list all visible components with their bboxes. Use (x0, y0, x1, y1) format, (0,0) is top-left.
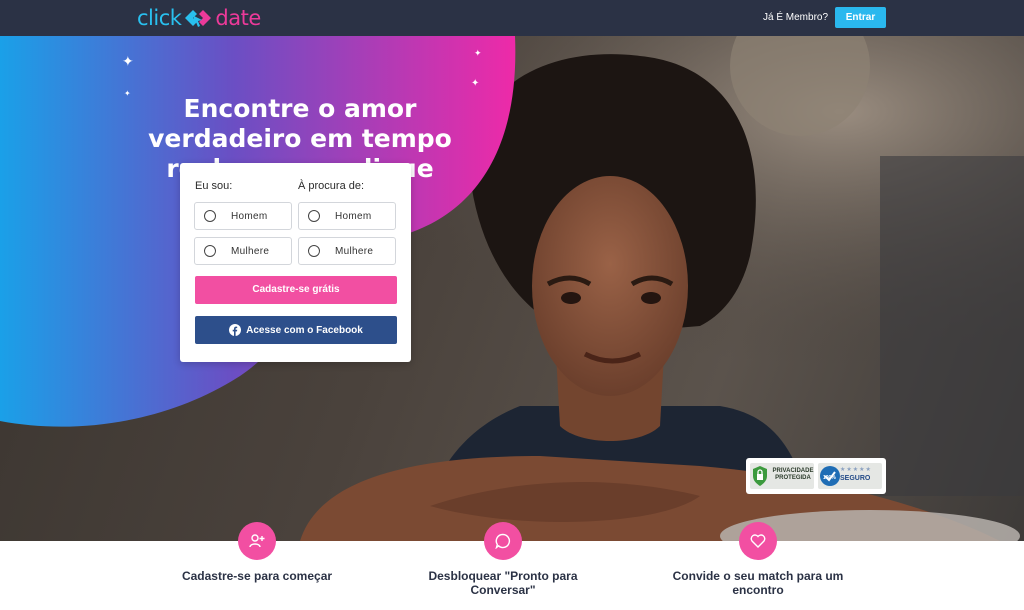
feature-label: Cadastre-se para começar (181, 569, 333, 583)
signup-form-card: Eu sou: À procura de: Homem Mulhere Home… (180, 163, 411, 362)
secure-badge-text: SEGURO (840, 475, 871, 482)
svg-text:✦: ✦ (471, 78, 479, 89)
facebook-icon (229, 324, 242, 336)
heart-icon (739, 522, 777, 560)
radio-icon (308, 210, 320, 222)
login-button[interactable]: Entrar (835, 7, 886, 28)
seeking-option-mulhere[interactable]: Mulhere (298, 237, 396, 265)
i-am-option-homem[interactable]: Homem (194, 202, 292, 230)
feature-signup: Cadastre-se para começar (157, 522, 357, 583)
feature-invite: Convide o seu match para um encontro (658, 522, 858, 597)
privacy-badge: PRIVACIDADE PROTEGIDA (750, 463, 814, 489)
secure-percent: 100% (823, 475, 836, 481)
feature-chat: Desbloquear "Pronto para Conversar" (403, 522, 603, 597)
radio-icon (308, 245, 320, 257)
logo-text-click: click (137, 6, 182, 30)
facebook-button-label: Acesse com o Facebook (246, 324, 363, 336)
logo-mark-icon (185, 10, 212, 27)
security-badges: PRIVACIDADE PROTEGIDA 100% ★★★★★ SEGURO (746, 458, 886, 494)
seeking-option-homem[interactable]: Homem (298, 202, 396, 230)
feature-label: Desbloquear "Pronto para Conversar" (428, 569, 578, 597)
chat-bubble-icon (484, 522, 522, 560)
svg-text:✦: ✦ (122, 53, 134, 69)
i-am-option-mulhere[interactable]: Mulhere (194, 237, 292, 265)
member-prompt: Já É Membro? (763, 12, 829, 23)
svg-text:✦: ✦ (124, 89, 131, 98)
rating-stars-icon: ★★★★★ (840, 467, 872, 473)
add-user-icon (238, 522, 276, 560)
radio-icon (204, 210, 216, 222)
option-label: Homem (231, 211, 268, 222)
option-label: Homem (335, 211, 372, 222)
svg-text:✦: ✦ (474, 48, 482, 58)
clickdate-logo[interactable]: click date (137, 5, 261, 31)
shield-lock-icon (753, 466, 767, 486)
radio-icon (204, 245, 216, 257)
option-label: Mulhere (231, 246, 270, 257)
i-am-label: Eu sou: (195, 180, 233, 192)
seeking-label: À procura de: (298, 180, 365, 192)
facebook-login-button[interactable]: Acesse com o Facebook (195, 316, 397, 344)
option-label: Mulhere (335, 246, 374, 257)
signup-free-button[interactable]: Cadastre-se grátis (195, 276, 397, 304)
feature-label: Convide o seu match para um encontro (672, 569, 844, 597)
privacy-badge-text: PRIVACIDADE PROTEGIDA (772, 468, 814, 481)
top-navigation-bar: click date Já É Membro? Entrar (0, 0, 1024, 36)
logo-text-date: date (215, 6, 261, 30)
secure-badge: 100% ★★★★★ SEGURO (818, 463, 882, 489)
